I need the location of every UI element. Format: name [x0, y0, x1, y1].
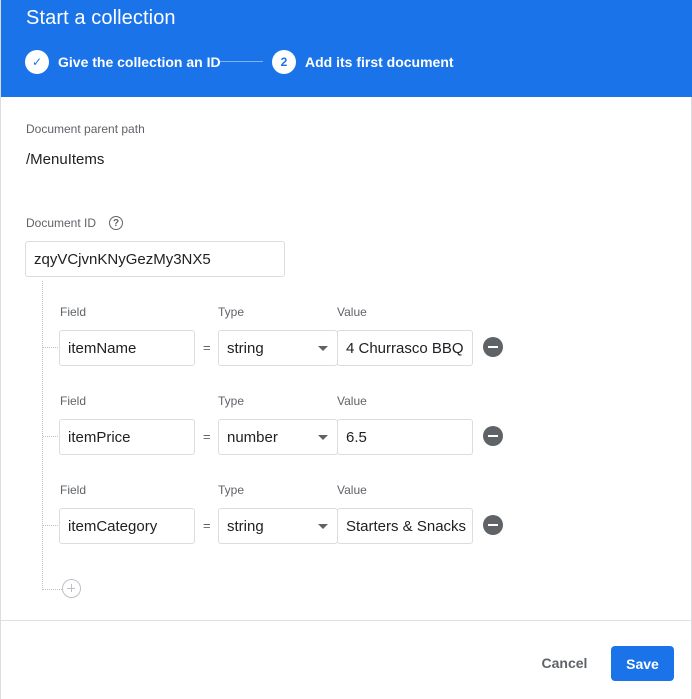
tree-branch [43, 525, 58, 526]
field-label: Field [60, 483, 87, 497]
field-value-input[interactable]: Starters & Snacks [337, 508, 473, 544]
field-label: Field [60, 305, 87, 319]
step-1-label: Give the collection an ID [58, 53, 221, 70]
value-label: Value [337, 394, 367, 408]
field-label: Field [60, 394, 87, 408]
add-circle-icon[interactable] [62, 579, 81, 598]
equals-sign: = [203, 429, 211, 444]
remove-circle-icon[interactable] [483, 515, 503, 535]
tree-branch [43, 347, 58, 348]
step-2-number: 2 [272, 49, 296, 74]
value-label: Value [337, 483, 367, 497]
type-label: Type [218, 305, 245, 319]
field-type-select[interactable]: string [218, 330, 338, 366]
field-type-value: number [227, 428, 278, 446]
check-icon: ✓ [25, 49, 49, 74]
help-circle-icon[interactable]: ? [109, 216, 123, 230]
tree-branch [43, 589, 62, 590]
type-label: Type [218, 483, 245, 497]
field-value-input[interactable]: 6.5 [337, 419, 473, 455]
field-type-select[interactable]: number [218, 419, 338, 455]
field-type-value: string [227, 517, 264, 535]
dialog-title: Start a collection [26, 7, 176, 29]
footer-divider [1, 620, 692, 621]
document-id-input[interactable]: zqyVCjvnKNyGezMy3NX5 [25, 241, 285, 277]
step-1[interactable]: ✓ Give the collection an ID [25, 49, 221, 74]
chevron-down-icon [318, 524, 328, 529]
equals-sign: = [203, 518, 211, 533]
chevron-down-icon [318, 435, 328, 440]
document-id-label: Document ID [26, 216, 97, 230]
value-label: Value [337, 305, 367, 319]
field-name-input[interactable]: itemPrice [59, 419, 195, 455]
dialog-header: Start a collection ✓ Give the collection… [1, 0, 692, 97]
chevron-down-icon [318, 346, 328, 351]
field-name-input[interactable]: itemCategory [59, 508, 195, 544]
field-name-input[interactable]: itemName [59, 330, 195, 366]
parent-path-value: /MenuItems [26, 151, 105, 168]
field-type-select[interactable]: string [218, 508, 338, 544]
field-type-value: string [227, 339, 264, 357]
parent-path-label: Document parent path [26, 122, 145, 136]
field-value-input[interactable]: 4 Churrasco BBQ [337, 330, 473, 366]
cancel-button[interactable]: Cancel [527, 646, 602, 680]
type-label: Type [218, 394, 245, 408]
save-button[interactable]: Save [611, 646, 674, 681]
remove-circle-icon[interactable] [483, 426, 503, 446]
remove-circle-icon[interactable] [483, 337, 503, 357]
tree-branch [43, 436, 58, 437]
equals-sign: = [203, 340, 211, 355]
step-2: 2 Add its first document [272, 49, 454, 74]
start-collection-dialog: Start a collection ✓ Give the collection… [0, 0, 692, 699]
step-2-label: Add its first document [305, 53, 454, 70]
step-connector [218, 61, 263, 62]
